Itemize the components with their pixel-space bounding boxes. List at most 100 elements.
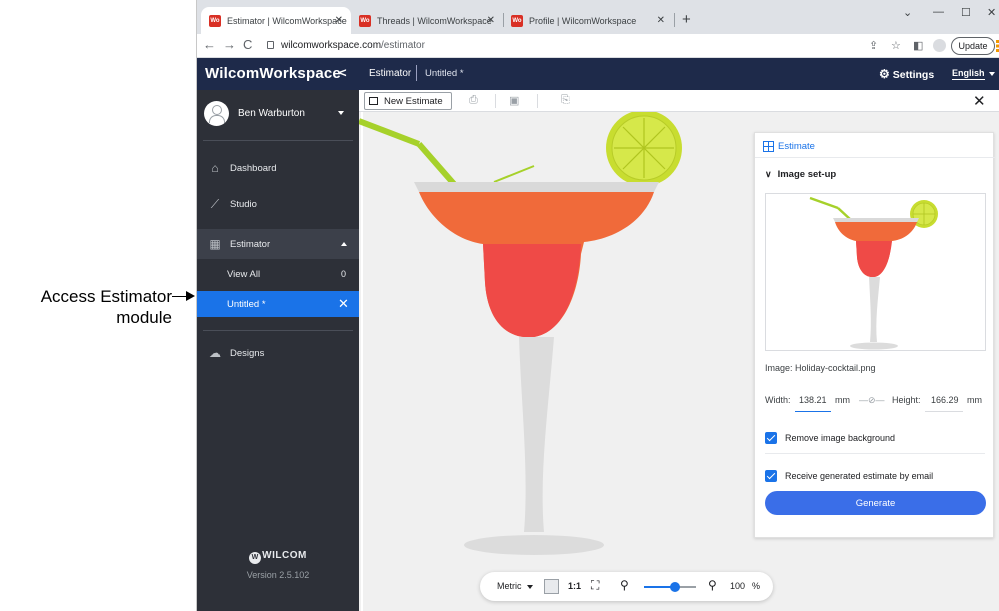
star-icon[interactable]: ☆ [891,39,901,52]
collapse-sidebar-icon[interactable]: < [339,65,347,80]
url-field[interactable]: wilcomworkspace.com/estimator [281,40,425,51]
sidebar-item-studio[interactable]: ⟋ Studio [197,189,359,219]
section-title: Image set-up [777,169,837,180]
reload-icon[interactable]: C [243,38,252,52]
aspect-link-icon[interactable]: —⊘— [859,395,885,406]
zoom-slider[interactable] [644,582,696,592]
export-icon[interactable]: ⎘ [561,94,570,107]
glass-stem [519,337,554,532]
new-tab-icon[interactable]: + [682,12,691,27]
width-label: Width: [765,395,791,405]
brand-logo: WilcomWorkspace [205,65,341,82]
units-select[interactable]: Metric [497,581,522,591]
annotation-text: Access Estimator module [0,286,172,328]
browser-tab-threads[interactable]: Wo Threads | WilcomWorkspace ✕ [351,7,503,34]
back-icon[interactable]: ← [203,38,216,52]
chart-icon: ⟋ [210,196,220,211]
tab-title: Threads | WilcomWorkspace [377,15,492,26]
generate-button[interactable]: Generate [765,491,986,515]
new-estimate-label: New Estimate [384,95,443,107]
close-icon[interactable]: ✕ [338,296,349,312]
sidebar-divider [203,140,353,141]
url-host: wilcomworkspace.com [281,40,382,51]
zoom-slider-thumb[interactable] [670,582,681,592]
sidebar-subitem-view-all[interactable]: View All 0 [197,261,359,287]
sidepanel-icon[interactable]: ◧ [913,39,923,52]
panel-divider [765,453,985,454]
straw-top [359,118,421,147]
new-estimate-button[interactable]: New Estimate [364,92,452,110]
design-canvas[interactable]: Estimate ∨ Image set-up Image: Holiday-c… [359,112,999,611]
background-color-swatch[interactable] [544,579,559,594]
zoom-value: 100 [730,581,746,591]
sidebar: WilcomWorkspace < Ben Warburton ⌂ Dashbo… [197,58,359,611]
tab-close-icon[interactable]: ✕ [487,15,495,26]
forward-icon[interactable]: → [223,38,236,52]
sidebar-item-estimator[interactable]: ▦ Estimator [197,229,359,259]
main-area: Estimator Untitled * ⚙ Settings English N… [359,58,999,611]
tab-close-icon[interactable]: ✕ [657,15,665,26]
annotation-line1: Access Estimator [40,287,172,306]
browser-tab-profile[interactable]: Wo Profile | WilcomWorkspace ✕ [503,7,673,34]
remove-background-checkbox[interactable]: Remove image background [765,432,895,444]
annotation-arrow-icon [186,291,195,301]
close-icon[interactable]: ✕ [973,92,986,110]
lock-icon [267,41,274,49]
width-input-underline [795,411,831,412]
caret-up-icon [341,242,347,246]
print-icon[interactable]: ⎙ [469,94,478,107]
tab-close-icon[interactable]: ✕ [335,15,343,26]
cocktail-thumbnail [809,196,938,350]
wilcom-logo-icon: W [249,552,262,564]
subitem-label: View All [227,269,261,280]
wilcom-favicon-icon: Wo [511,14,523,27]
caret-down-icon [338,111,344,115]
language-select[interactable]: English [952,68,985,80]
sidebar-item-designs[interactable]: ☁ Designs [197,338,359,368]
wilcom-logo-text: WILCOM [262,550,307,561]
width-input[interactable]: 138.21 [799,395,827,405]
sidebar-item-label: Designs [230,347,265,359]
estimator-icon [763,141,774,152]
checkbox-checked-icon [765,432,777,444]
sidebar-subitem-untitled[interactable]: Untitled * ✕ [197,291,359,317]
url-path: /estimator [381,40,425,51]
new-document-icon [369,97,378,105]
minimize-icon[interactable]: — [933,6,944,18]
width-unit: mm [835,395,850,405]
fit-to-screen-icon[interactable]: ⛶ [591,578,599,593]
caret-down-icon[interactable] [989,72,995,76]
user-menu[interactable]: Ben Warburton [197,90,359,140]
height-label: Height: [892,395,921,405]
annotation-callout: Access Estimator module [0,286,196,336]
browser-tab-estimator[interactable]: Wo Estimator | WilcomWorkspace ✕ [201,7,351,34]
cloud-icon: ☁ [209,346,221,360]
window-close-icon[interactable]: ✕ [987,6,996,19]
share-icon[interactable]: ⇪ [869,39,878,52]
browser-window: Wo Estimator | WilcomWorkspace ✕ Wo Thre… [196,0,999,611]
sidebar-item-label: Dashboard [230,162,277,174]
settings-button[interactable]: ⚙ Settings [879,67,934,81]
save-icon[interactable]: ▣ [509,94,519,107]
breadcrumb-module[interactable]: Estimator [369,68,411,79]
chevron-down-icon[interactable]: ⌄ [903,6,912,19]
estimator-icon: ▦ [209,237,221,251]
zoom-out-icon[interactable]: ⚲ [620,578,629,592]
maximize-icon[interactable]: ☐ [961,6,971,19]
image-setup-section-toggle[interactable]: ∨ Image set-up [765,169,836,180]
chevron-down-icon: ∨ [765,169,772,179]
dimensions-row: Width: 138.21 mm —⊘— Height: 166.29 mm [765,395,987,415]
sidebar-item-label: Studio [230,198,257,210]
zoom-in-icon[interactable]: ⚲ [708,578,717,592]
gear-icon: ⚙ [879,67,890,81]
height-input[interactable]: 166.29 [931,395,959,405]
update-button[interactable]: Update [951,37,995,55]
caret-down-icon[interactable] [527,585,533,589]
zoom-bar: Metric 1:1 ⛶ ⚲ ⚲ 100 % [480,572,773,601]
profile-avatar-icon[interactable] [933,39,946,52]
panel-title: Estimate [778,141,815,152]
actual-size-button[interactable]: 1:1 [568,581,581,591]
tab-title: Estimator | WilcomWorkspace [227,15,347,26]
sidebar-item-dashboard[interactable]: ⌂ Dashboard [197,153,359,183]
email-estimate-checkbox[interactable]: Receive generated estimate by email [765,470,933,482]
